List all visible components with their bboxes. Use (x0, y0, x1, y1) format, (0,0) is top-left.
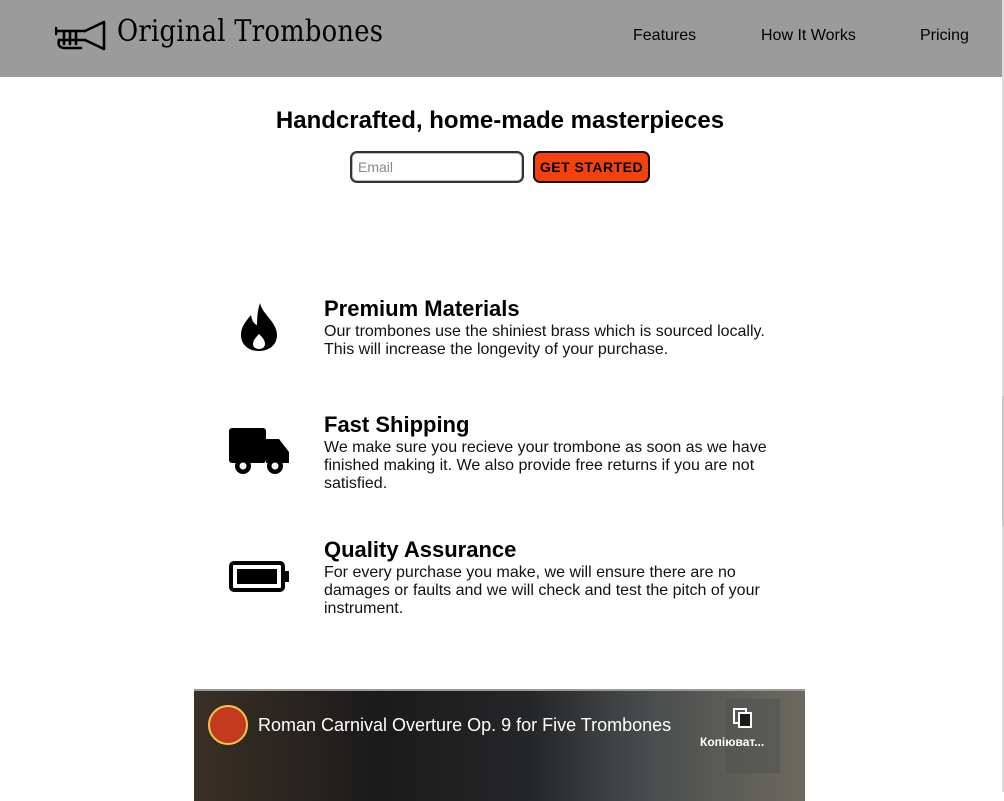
video-title[interactable]: Roman Carnival Overture Op. 9 for Five T… (258, 715, 671, 736)
get-started-button[interactable]: GET STARTED (533, 151, 650, 183)
feature-description-quality-assurance: For every purchase you make, we will ens… (324, 564, 760, 617)
brand-name[interactable]: Original Trombones (117, 14, 383, 49)
feature-title-quality-assurance: Quality Assurance (324, 537, 517, 562)
video-player[interactable]: Roman Carnival Overture Op. 9 for Five T… (194, 689, 805, 801)
feature-title-premium-materials: Premium Materials (324, 296, 520, 321)
nav-pricing-link[interactable]: Pricing (920, 27, 969, 45)
feature-description-fast-shipping: We make sure you recieve your trombone a… (324, 439, 767, 492)
hero-title: Handcrafted, home-made masterpieces (275, 107, 725, 134)
truck-icon (229, 428, 289, 474)
site-header: Original Trombones Features How It Works… (0, 0, 1002, 77)
nav-how-it-works-link[interactable]: How It Works (761, 27, 856, 45)
feature-title-fast-shipping: Fast Shipping (324, 412, 470, 437)
feature-description-premium-materials: Our trombones use the shiniest brass whi… (324, 323, 765, 358)
fire-icon (241, 303, 277, 351)
nav-features-link[interactable]: Features (633, 27, 696, 45)
email-input[interactable] (350, 151, 524, 183)
trumpet-logo-icon[interactable] (55, 19, 107, 52)
copy-link-icon[interactable] (732, 707, 754, 729)
copy-link-label[interactable]: Копіюват... (700, 735, 764, 749)
battery-full-icon (229, 561, 289, 592)
channel-avatar-icon[interactable] (208, 705, 248, 745)
